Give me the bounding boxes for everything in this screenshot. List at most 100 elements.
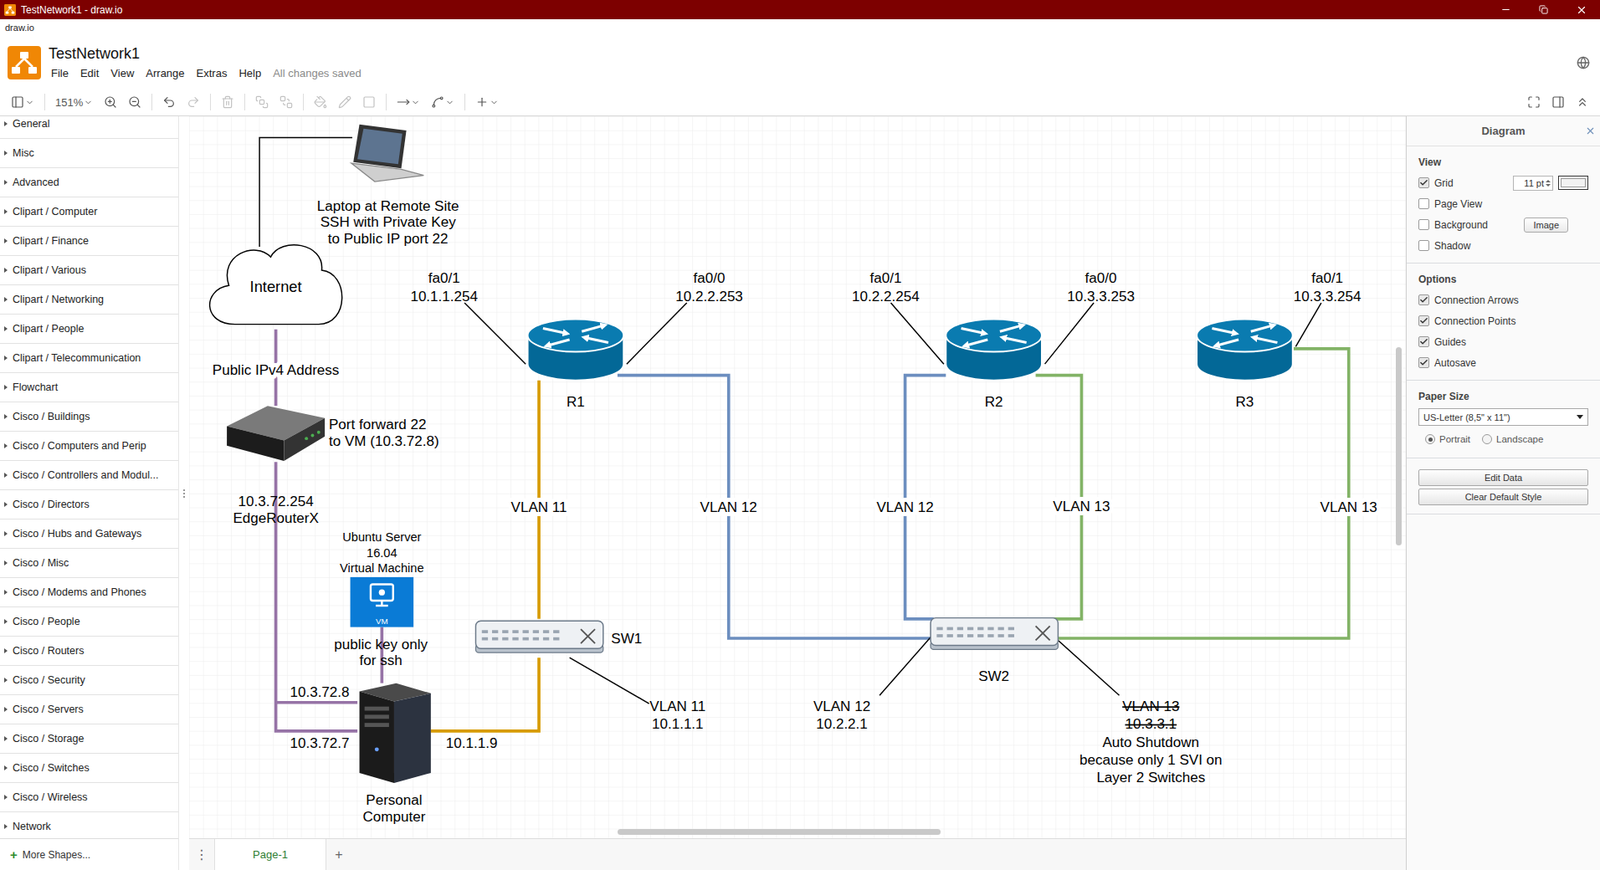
note[interactable]: fa0/110.1.1.254 <box>410 270 526 365</box>
router-node[interactable]: R3 <box>1196 319 1293 411</box>
sidebar-item[interactable]: Cisco / Directors <box>0 490 179 520</box>
panel-button[interactable]: Edit Data <box>1418 469 1589 487</box>
checkbox[interactable] <box>1418 294 1430 306</box>
spinner-icon[interactable] <box>1545 179 1551 187</box>
menu-item[interactable]: Help <box>235 66 264 80</box>
link[interactable] <box>276 702 359 703</box>
delete-button[interactable] <box>216 91 239 113</box>
laptop-node[interactable]: Laptop at Remote SiteSSH with Private Ke… <box>317 124 460 247</box>
sidebar-item[interactable]: Cisco / Switches <box>0 753 179 784</box>
diagram-canvas[interactable]: Public IPv4 AddressVLAN 11VLAN 12VLAN 12… <box>189 116 1406 839</box>
undo-button[interactable] <box>158 91 180 113</box>
link[interactable] <box>905 375 947 620</box>
sidebar-item[interactable]: Cisco / Misc <box>0 548 179 579</box>
checkbox-row[interactable]: Shadow <box>1418 235 1589 257</box>
sidebar-item[interactable]: Cisco / Routers <box>0 636 179 667</box>
note[interactable]: VLAN 1210.2.2.1 <box>813 637 931 734</box>
zoom-in-button[interactable] <box>99 91 122 113</box>
radio-option[interactable]: Landscape <box>1482 434 1544 445</box>
zoom-out-button[interactable] <box>123 91 146 113</box>
fill-button[interactable] <box>309 91 332 113</box>
checkbox-row[interactable]: Connection Points <box>1418 310 1589 332</box>
checkbox-row[interactable]: Guides <box>1418 331 1589 353</box>
pc-node[interactable]: PersonalComputer <box>359 683 431 826</box>
note[interactable]: VLAN 1110.1.1.1 <box>569 657 707 733</box>
sidebar-item[interactable]: Clipart / People <box>0 314 179 344</box>
connection-button[interactable] <box>392 91 425 113</box>
checkbox-row[interactable]: Connection Arrows <box>1418 289 1589 311</box>
checkbox[interactable] <box>1418 219 1430 231</box>
note[interactable]: 10.3.72.8 <box>289 684 349 701</box>
router-node[interactable]: R1 <box>528 319 625 411</box>
sidebar-item[interactable]: Cisco / Controllers and Modul... <box>0 461 179 491</box>
router-node[interactable]: R2 <box>945 319 1042 411</box>
sidebar-item[interactable]: General <box>0 116 179 139</box>
checkbox-row[interactable]: BackgroundImage <box>1418 214 1589 236</box>
note[interactable]: VLAN 1310.3.3.1Auto Shutdownbecause only… <box>1057 640 1222 786</box>
sidebar-item[interactable]: Flowchart <box>0 373 179 403</box>
note[interactable]: fa0/010.3.3.253 <box>1045 270 1135 365</box>
panel-button[interactable]: Clear Default Style <box>1418 488 1589 506</box>
switch-node[interactable]: SW2 <box>930 618 1058 685</box>
to-front-button[interactable] <box>251 91 273 113</box>
sidebar-item[interactable]: Cisco / Buildings <box>0 402 179 432</box>
more-shapes-button[interactable]: +More Shapes... <box>0 838 179 870</box>
grid-size-input[interactable]: 11 pt <box>1512 175 1554 191</box>
shadow-button[interactable] <box>358 91 380 113</box>
switch-node[interactable]: SW1 <box>475 620 642 653</box>
checkbox-row[interactable]: Grid11 pt <box>1418 172 1589 194</box>
canvas[interactable]: Public IPv4 AddressVLAN 11VLAN 12VLAN 12… <box>189 116 1406 839</box>
note[interactable]: 10.1.1.9 <box>446 735 498 752</box>
vm-node[interactable]: VMUbuntu Server16.04Virtual Machinepubli… <box>333 530 428 669</box>
fullscreen-button[interactable] <box>1523 91 1545 113</box>
grid-color-swatch[interactable] <box>1558 175 1589 190</box>
panel-close-button[interactable] <box>1579 125 1600 137</box>
link[interactable] <box>1035 375 1083 620</box>
checkbox[interactable] <box>1418 315 1430 327</box>
redo-button[interactable] <box>182 91 205 113</box>
checkbox[interactable] <box>1418 357 1430 369</box>
edge-router-node[interactable]: 10.3.72.254EdgeRouterX <box>226 405 325 527</box>
note[interactable]: fa0/110.3.3.254 <box>1293 270 1362 347</box>
vertical-scrollbar[interactable] <box>1395 347 1402 546</box>
sidebar-item[interactable]: Clipart / Telecommunication <box>0 343 179 374</box>
sidebar-item[interactable]: Cisco / Storage <box>0 724 179 754</box>
collapse-button[interactable] <box>1571 91 1594 113</box>
link[interactable] <box>1057 348 1349 639</box>
sidebar-item[interactable]: Misc <box>0 138 179 169</box>
sidebar-item[interactable]: Cisco / Wireless <box>0 783 179 813</box>
radio[interactable] <box>1482 434 1493 445</box>
sidebar-item[interactable]: Network <box>0 812 179 839</box>
sidebar-item[interactable]: Cisco / Modems and Phones <box>0 578 179 608</box>
menu-item[interactable]: Extras <box>194 66 231 80</box>
waypoints-button[interactable] <box>426 91 459 113</box>
to-back-button[interactable] <box>275 91 298 113</box>
paper-size-select[interactable]: US-Letter (8,5" x 11") <box>1418 408 1589 426</box>
zoom-button[interactable]: 151% <box>51 91 98 113</box>
checkbox[interactable] <box>1418 177 1430 189</box>
image-button[interactable]: Image <box>1523 217 1569 233</box>
format-panel-button[interactable] <box>1547 91 1570 113</box>
checkbox[interactable] <box>1418 336 1430 348</box>
checkbox-row[interactable]: Page View <box>1418 193 1589 215</box>
sidebar-item[interactable]: Clipart / Computer <box>0 197 179 227</box>
horizontal-scrollbar[interactable] <box>617 829 941 836</box>
checkbox[interactable] <box>1418 240 1430 252</box>
link[interactable] <box>430 657 539 732</box>
close-button[interactable] <box>1562 0 1600 20</box>
pages-menu-button[interactable]: ⋮ <box>189 839 215 870</box>
sidebar-item[interactable]: Cisco / Security <box>0 666 179 696</box>
note[interactable]: Port forward 22to VM (10.3.72.8) <box>328 416 440 451</box>
radio-option[interactable]: Portrait <box>1425 434 1471 445</box>
checkbox[interactable] <box>1418 198 1430 210</box>
sidebar-item[interactable]: Clipart / Various <box>0 256 179 286</box>
checkbox-row[interactable]: Autosave <box>1418 352 1589 374</box>
menu-item[interactable]: View <box>107 66 137 80</box>
add-page-button[interactable]: + <box>326 839 352 870</box>
minimize-button[interactable] <box>1487 0 1525 20</box>
sidebar-item[interactable]: Cisco / People <box>0 607 179 637</box>
sidebar-item[interactable]: Advanced <box>0 168 179 198</box>
panels-button[interactable] <box>6 91 39 113</box>
sidebar-item[interactable]: Cisco / Hubs and Gateways <box>0 519 179 549</box>
insert-button[interactable] <box>471 91 503 113</box>
